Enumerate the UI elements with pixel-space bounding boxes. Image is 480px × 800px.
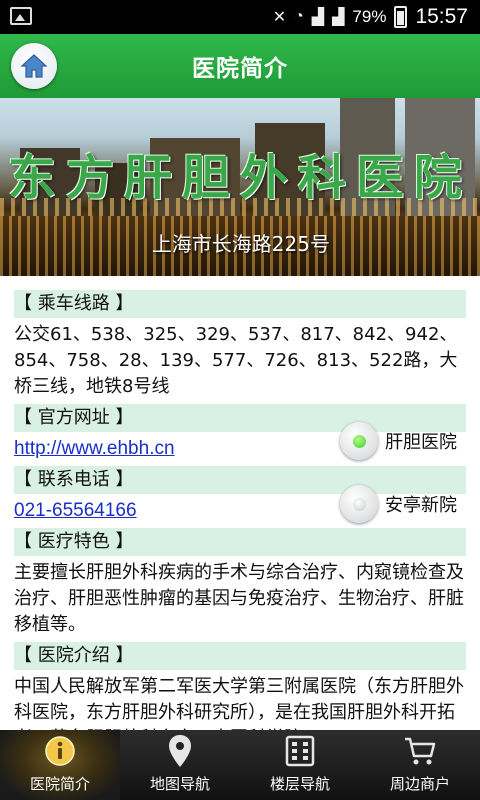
gallery-notification-icon bbox=[10, 7, 32, 25]
tab-label: 楼层导航 bbox=[269, 775, 330, 793]
wifi-icon: ◔ bbox=[294, 8, 304, 25]
route-text: 公交61、538、325、329、537、817、842、942、854、758… bbox=[14, 324, 458, 397]
header-bar: 医院简介 bbox=[0, 34, 480, 98]
section-heading-route: 【 乘车线路 】 bbox=[14, 290, 466, 318]
tab-label: 地图导航 bbox=[149, 775, 210, 793]
campus-option-anting[interactable]: 安亭新院 bbox=[340, 484, 457, 524]
mute-icon: ✕ bbox=[272, 9, 287, 26]
tab-nearby-shops[interactable]: 周边商户 bbox=[360, 730, 480, 800]
battery-icon bbox=[394, 6, 408, 28]
tab-hospital-intro[interactable]: 医院简介 bbox=[0, 730, 120, 800]
tab-label: 医院简介 bbox=[29, 775, 90, 793]
signal-2-icon: ▟ bbox=[332, 9, 345, 26]
battery-percent: 79% bbox=[352, 7, 387, 26]
status-bar: ✕ ◔ ▟ ▟ 79% 15:57 bbox=[0, 0, 480, 34]
campus-option-label: 肝胆医院 bbox=[385, 432, 457, 453]
radio-button-unselected[interactable] bbox=[340, 485, 378, 523]
info-icon bbox=[42, 733, 78, 769]
signal-1-icon: ▟ bbox=[311, 9, 325, 26]
campus-option-liver-hospital[interactable]: 肝胆医院 bbox=[340, 421, 457, 461]
website-link[interactable]: http://www.ehbh.cn bbox=[14, 438, 175, 459]
banner-address: 上海市长海路225号 bbox=[151, 232, 330, 256]
banner-title: 东方肝胆外科医院 bbox=[7, 150, 472, 206]
home-icon bbox=[20, 54, 48, 78]
building-icon bbox=[282, 733, 318, 769]
map-pin-icon bbox=[162, 733, 198, 769]
shopping-cart-icon bbox=[402, 733, 438, 769]
page-title: 医院简介 bbox=[192, 56, 288, 82]
clock: 15:57 bbox=[415, 5, 468, 28]
specialty-text: 主要擅长肝胆外科疾病的手术与综合治疗、内窥镜检查及治疗、肝胆恶性肿瘤的基因与免疫… bbox=[14, 562, 464, 635]
campus-option-label: 安亭新院 bbox=[385, 495, 457, 516]
hospital-banner: 东方肝胆外科医院 上海市长海路225号 bbox=[0, 98, 480, 276]
tab-map-navigation[interactable]: 地图导航 bbox=[120, 730, 240, 800]
radio-button-selected[interactable] bbox=[340, 422, 378, 460]
phone-link[interactable]: 021-65564166 bbox=[14, 500, 137, 521]
status-icons: ✕ ◔ ▟ ▟ 79% 15:57 bbox=[273, 0, 468, 34]
tab-floor-navigation[interactable]: 楼层导航 bbox=[240, 730, 360, 800]
section-heading-intro: 【 医院介绍 】 bbox=[14, 642, 466, 670]
home-button[interactable] bbox=[11, 43, 57, 89]
intro-text: 中国人民解放军第二军医大学第三附属医院（东方肝胆外科医院，东方肝胆外科研究所），… bbox=[14, 676, 464, 730]
bottom-tab-bar: 医院简介 地图导航 楼层导航 周边商户 bbox=[0, 730, 480, 800]
tab-label: 周边商户 bbox=[389, 775, 450, 793]
section-heading-specialty: 【 医疗特色 】 bbox=[14, 528, 466, 556]
